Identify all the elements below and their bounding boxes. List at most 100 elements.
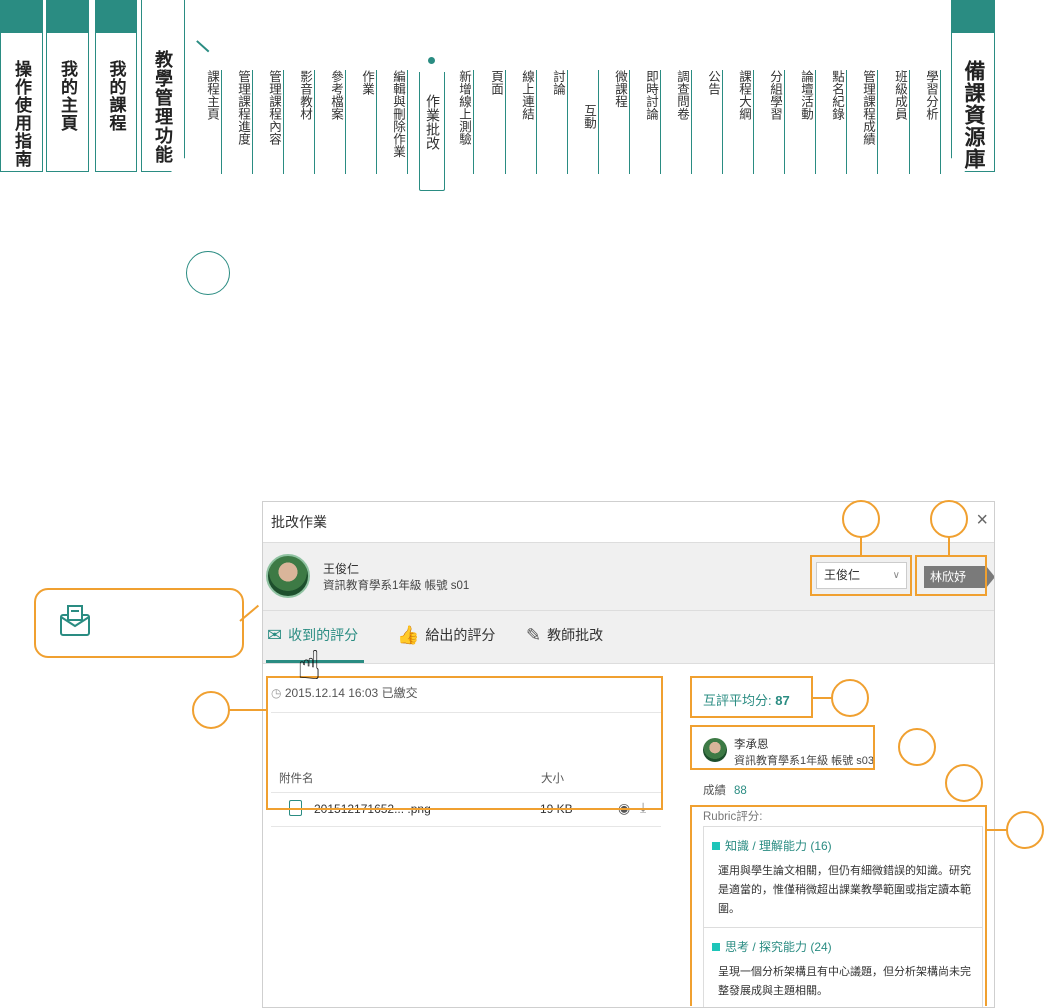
annotation-circle bbox=[930, 500, 968, 538]
tab-my-homepage[interactable]: 我的主頁 bbox=[46, 0, 89, 172]
annotation-circle bbox=[831, 679, 869, 717]
dialog-title: 批改作業 bbox=[263, 502, 994, 543]
tab-label: 我的課程 bbox=[106, 60, 126, 132]
submenu-label: 頁面 bbox=[489, 70, 503, 95]
inbox-icon: ✉ bbox=[267, 625, 283, 645]
tab-label: 我的主頁 bbox=[58, 60, 77, 132]
submenu-label: 分組學習 bbox=[768, 70, 782, 120]
callout-connector bbox=[196, 40, 210, 53]
annotation-circle bbox=[1006, 811, 1044, 849]
tab-cap bbox=[96, 0, 136, 33]
submenu-label: 參考檔案 bbox=[329, 70, 343, 120]
submenu-label: 課程主頁 bbox=[205, 70, 219, 120]
inbox-icon bbox=[60, 605, 90, 636]
score-label: 成績 bbox=[703, 785, 726, 797]
tab-label: 教學管理功能 bbox=[153, 50, 173, 164]
submenu-label: 管理課程進度 bbox=[236, 70, 250, 145]
submenu-new-quiz[interactable]: 新增線上測驗 bbox=[457, 70, 474, 174]
tab-given-scores[interactable]: 👍 給出的評分 bbox=[397, 625, 495, 645]
active-indicator-dot bbox=[428, 57, 435, 64]
tab-cap bbox=[142, 0, 184, 8]
score-value: 88 bbox=[734, 785, 747, 797]
tab-cap bbox=[47, 0, 88, 33]
submenu-media[interactable]: 影音教材 bbox=[298, 70, 315, 174]
highlight-reviewer bbox=[690, 725, 875, 770]
submenu-micro-course[interactable]: 微課程 bbox=[613, 70, 630, 174]
tab-cap bbox=[952, 0, 994, 33]
annotation-circle bbox=[192, 691, 230, 729]
avatar bbox=[266, 554, 310, 598]
pointer-hand-icon: ☝ bbox=[297, 644, 322, 688]
submenu-course-grades[interactable]: 管理課程成績 bbox=[861, 70, 878, 174]
submenu-label: 學習分析 bbox=[924, 70, 938, 120]
close-icon[interactable]: × bbox=[976, 510, 988, 530]
submenu-forum[interactable]: 論壇活動 bbox=[799, 70, 816, 174]
annotation-circle bbox=[945, 764, 983, 802]
submenu-label: 公告 bbox=[706, 70, 720, 95]
tab-teaching-management[interactable]: 教學管理功能 bbox=[141, 0, 185, 172]
highlight-student-select bbox=[810, 555, 912, 596]
submenu-label: 課程大綱 bbox=[737, 70, 751, 120]
submenu-survey[interactable]: 調查問卷 bbox=[675, 70, 692, 174]
submenu-attendance[interactable]: 點名紀錄 bbox=[830, 70, 847, 174]
student-info: 資訊教育學系1年級 帳號 s01 bbox=[323, 580, 470, 592]
thumbs-up-icon: 👍 bbox=[397, 625, 420, 645]
tab-teacher-grading[interactable]: ✎ 教師批改 bbox=[526, 625, 603, 645]
annotation-connector bbox=[860, 537, 862, 555]
tab-my-courses[interactable]: 我的課程 bbox=[95, 0, 137, 172]
submenu-label: 新增線上測驗 bbox=[457, 70, 471, 145]
tab-label: 操作使用指南 bbox=[12, 60, 31, 168]
submenu-reference-files[interactable]: 參考檔案 bbox=[329, 70, 346, 174]
submenu-label: 管理課程成績 bbox=[861, 70, 875, 145]
submenu-class-members[interactable]: 班級成員 bbox=[893, 70, 910, 174]
submenu-label: 編輯與刪除作業 bbox=[391, 70, 405, 158]
tab-received-scores[interactable]: ✉ 收到的評分 bbox=[267, 625, 358, 645]
annotation-connector bbox=[987, 829, 1007, 831]
submenu-label: 微課程 bbox=[613, 70, 627, 108]
submenu-label: 互動 bbox=[582, 104, 596, 129]
annotation-connector bbox=[948, 537, 950, 555]
submenu-label: 點名紀錄 bbox=[830, 70, 844, 120]
submenu-course-progress[interactable]: 管理課程進度 bbox=[236, 70, 253, 174]
annotation-circle bbox=[186, 251, 230, 295]
highlight-peer-average bbox=[690, 676, 813, 718]
submenu-label: 影音教材 bbox=[298, 70, 312, 120]
submenu-edit-assignments[interactable]: 編輯與刪除作業 bbox=[391, 70, 408, 174]
submenu-links[interactable]: 線上連結 bbox=[520, 70, 537, 174]
tab-label: 教師批改 bbox=[547, 627, 604, 643]
annotation-circle bbox=[842, 500, 880, 538]
highlight-submission bbox=[266, 676, 663, 810]
submenu-label: 管理課程內容 bbox=[267, 70, 281, 145]
submenu-label: 即時討論 bbox=[644, 70, 658, 120]
highlight-rubric bbox=[690, 805, 987, 1006]
highlight-next-student bbox=[915, 555, 987, 596]
submenu-syllabus[interactable]: 課程大綱 bbox=[737, 70, 754, 174]
edit-icon: ✎ bbox=[526, 625, 542, 645]
tab-lesson-resources[interactable]: 備課資源庫 bbox=[951, 0, 995, 172]
submenu-announcements[interactable]: 公告 bbox=[706, 70, 723, 174]
annotation-circle bbox=[898, 728, 936, 766]
submenu-label: 論壇活動 bbox=[799, 70, 813, 120]
submenu-label: 討論 bbox=[551, 70, 565, 95]
submenu-live-discussion[interactable]: 即時討論 bbox=[644, 70, 661, 174]
submenu-interaction[interactable]: 互動 bbox=[582, 70, 599, 174]
submenu-course-home[interactable]: 課程主頁 bbox=[205, 70, 222, 174]
tab-label: 備課資源庫 bbox=[962, 60, 985, 170]
tab-label: 收到的評分 bbox=[288, 627, 359, 643]
submenu-course-content[interactable]: 管理課程內容 bbox=[267, 70, 284, 174]
tab-user-guide[interactable]: 操作使用指南 bbox=[0, 0, 43, 172]
submenu-pages[interactable]: 頁面 bbox=[489, 70, 506, 174]
submenu-group-learning[interactable]: 分組學習 bbox=[768, 70, 785, 174]
submenu-label: 作業 bbox=[360, 70, 374, 95]
submenu-learning-analytics[interactable]: 學習分析 bbox=[924, 70, 941, 174]
tab-label: 給出的評分 bbox=[425, 627, 496, 643]
submenu-label: 作業批改 bbox=[425, 94, 441, 150]
annotation-connector bbox=[229, 709, 266, 711]
callout-bubble bbox=[34, 588, 244, 658]
submenu-assignments[interactable]: 作業 bbox=[360, 70, 377, 174]
submenu-label: 調查問卷 bbox=[675, 70, 689, 120]
submenu-grade-assignments[interactable]: 作業批改 bbox=[419, 72, 445, 191]
student-name: 王俊仁 bbox=[323, 562, 360, 576]
submenu-discussion[interactable]: 討論 bbox=[551, 70, 568, 174]
dialog-tabs: ✉ 收到的評分 👍 給出的評分 ✎ 教師批改 bbox=[263, 611, 994, 664]
